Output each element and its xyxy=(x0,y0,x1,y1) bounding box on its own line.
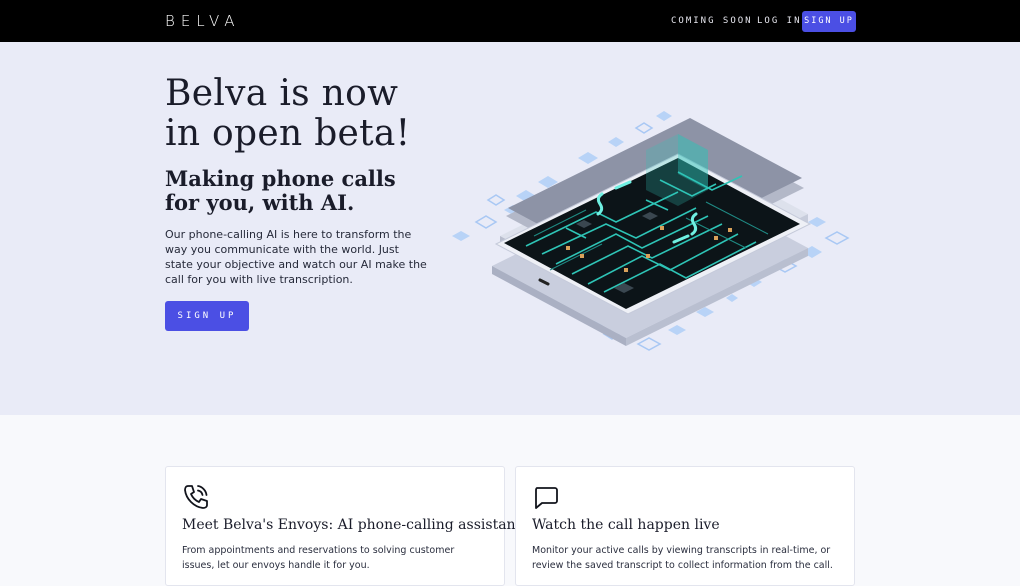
feature-text: From appointments and reservations to so… xyxy=(182,545,455,571)
isometric-tablet-circuit-illustration xyxy=(452,111,850,351)
nav-sign-up-button[interactable]: SIGN UP xyxy=(802,11,856,32)
top-nav-bar: BELVA COMING SOON LOG IN SIGN UP xyxy=(0,0,1020,42)
feature-title: Meet Belva's Envoys: AI phone-calling as… xyxy=(182,517,529,533)
hero-sign-up-button[interactable]: SIGN UP xyxy=(165,301,249,331)
feature-title: Watch the call happen live xyxy=(532,517,720,533)
phone-icon xyxy=(184,485,208,509)
feature-card-watch-live: Watch the call happen live Monitor your … xyxy=(515,466,855,586)
belva-logo[interactable]: BELVA xyxy=(165,12,241,30)
nav-log-in-link[interactable]: LOG IN xyxy=(757,16,802,26)
hero-subtitle: Making phone calls for you, with AI. xyxy=(165,166,396,215)
hero-title: Belva is now in open beta! xyxy=(165,73,411,154)
features-section xyxy=(0,415,1020,574)
message-square-icon xyxy=(535,487,558,509)
feature-card-envoys: Meet Belva's Envoys: AI phone-calling as… xyxy=(165,466,529,586)
feature-text: Monitor your active calls by viewing tra… xyxy=(532,545,833,571)
hero-description: Our phone-calling AI is here to transfor… xyxy=(165,228,427,286)
nav-coming-soon-link[interactable]: COMING SOON xyxy=(671,16,753,26)
